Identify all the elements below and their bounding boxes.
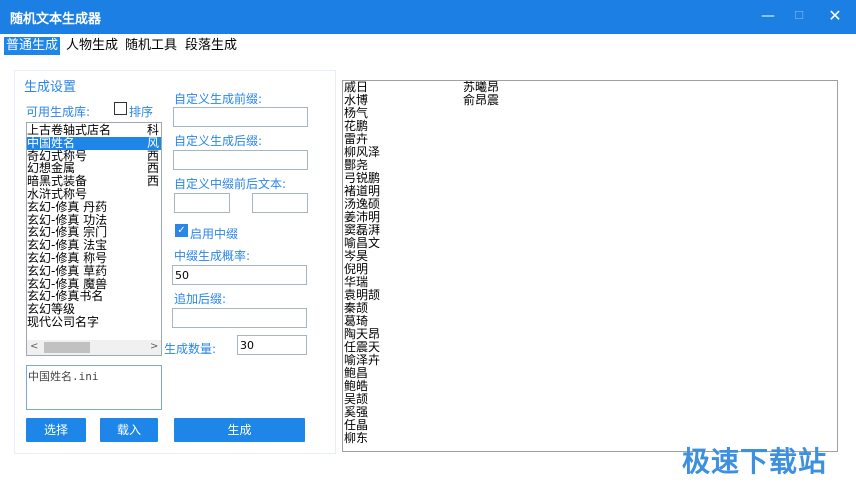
- library-item-name: 中国姓名: [27, 135, 76, 150]
- prefix-label: 自定义生成前缀:: [174, 92, 263, 106]
- sort-label: 排序: [129, 105, 154, 119]
- close-button[interactable]: ✕: [823, 4, 847, 28]
- prefix-input[interactable]: [173, 107, 308, 127]
- menu-tab-person[interactable]: 人物生成: [64, 37, 120, 55]
- menu-tab-random-tools[interactable]: 随机工具: [123, 37, 179, 55]
- output-column-1: 戚日 水博 杨气 花鹏 雷卉 柳风泽 酆尧 弓锐鹏 褚道明 汤逸硕 姜沛明 窦磊湃 喻昌文 岑昊 倪明 华瑞袁…: [344, 81, 380, 445]
- library-label: 可用生成库:: [26, 105, 91, 119]
- menu-tab-normal[interactable]: 普通生成: [4, 37, 61, 55]
- sort-checkbox[interactable]: [114, 102, 127, 115]
- suffix-label: 自定义生成后缀:: [174, 134, 263, 148]
- library-file-field[interactable]: 中国姓名.ini: [26, 365, 162, 410]
- scroll-left-arrow-icon[interactable]: <: [30, 341, 38, 352]
- library-list-item[interactable]: 现代公司名字: [27, 315, 161, 329]
- load-button[interactable]: 载入: [100, 418, 158, 442]
- append-suffix-label: 追加后缀:: [174, 292, 227, 306]
- count-label: 生成数量:: [164, 342, 217, 356]
- maximize-button[interactable]: ☐: [787, 4, 811, 28]
- infix-prob-input[interactable]: 50: [172, 265, 307, 285]
- settings-group-title: 生成设置: [24, 76, 77, 95]
- library-item-name: 玄幻-修真 草药: [27, 263, 108, 278]
- window-title: 随机文本生成器: [10, 12, 102, 27]
- select-button[interactable]: 选择: [26, 418, 86, 442]
- infix-after-input[interactable]: [252, 193, 308, 213]
- menu-tab-paragraph[interactable]: 段落生成: [183, 37, 239, 55]
- scroll-thumb[interactable]: [44, 342, 90, 353]
- library-list[interactable]: 上古卷轴式店名科中国姓名风奇幻式称号西幻想金属西暗黑式装备西水浒式称号 玄幻-修真…: [26, 122, 162, 356]
- suffix-input[interactable]: [173, 150, 308, 170]
- watermark-logo: 极速下载站: [682, 445, 828, 478]
- library-item-extra: 风: [147, 135, 160, 150]
- output-text-area[interactable]: 戚日 水博 杨气 花鹏 雷卉 柳风泽 酆尧 弓锐鹏 褚道明 汤逸硕 姜沛明 窦磊湃 喻昌文 岑昊 倪明 华瑞袁…: [342, 80, 838, 452]
- library-list-scrollbar[interactable]: < >: [26, 340, 162, 356]
- infix-before-input[interactable]: [174, 193, 230, 213]
- library-list-item[interactable]: 玄幻-修真 草药: [27, 263, 161, 278]
- library-list-item[interactable]: 中国姓名 风: [27, 135, 161, 150]
- menu-bar: 普通生成 人物生成 随机工具 段落生成: [0, 34, 856, 58]
- infix-text-label: 自定义中缀前后文本:: [174, 177, 287, 191]
- generate-button[interactable]: 生成: [174, 418, 305, 442]
- enable-infix-checkbox[interactable]: ✓: [175, 224, 188, 237]
- library-list-item[interactable]: 玄幻-修真 丹药: [27, 199, 161, 214]
- library-item-name: 现代公司名字: [27, 315, 100, 329]
- enable-infix-label: 启用中缀: [190, 227, 239, 241]
- infix-prob-label: 中缀生成概率:: [174, 249, 251, 263]
- output-column-2: 苏曦昂 俞昂震: [463, 81, 499, 107]
- scroll-right-arrow-icon[interactable]: >: [150, 341, 158, 352]
- library-item-extra: 西: [147, 174, 160, 189]
- output-line: 柳东: [344, 431, 369, 445]
- output-line: 俞昂震: [463, 93, 500, 107]
- minimize-button[interactable]: —: [756, 4, 780, 28]
- title-bar: 随机文本生成器 — ☐ ✕: [0, 0, 856, 34]
- append-suffix-input[interactable]: [172, 308, 307, 328]
- count-input[interactable]: 30: [237, 335, 307, 355]
- library-item-name: 玄幻-修真 丹药: [27, 199, 108, 214]
